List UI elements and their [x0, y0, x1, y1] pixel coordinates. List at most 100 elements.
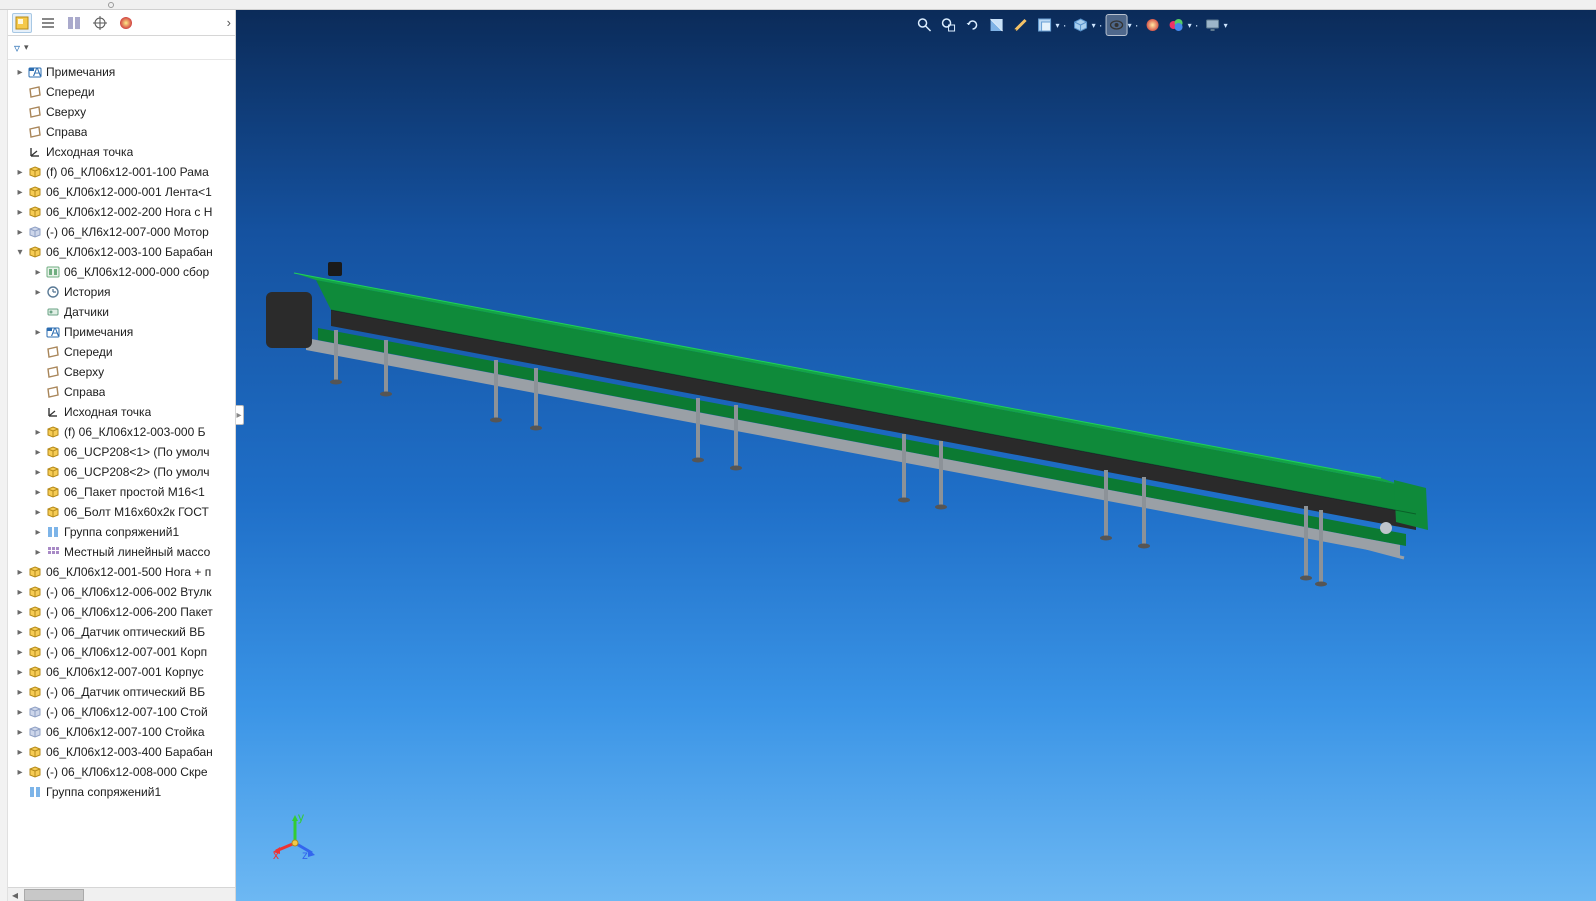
tree-item-label: Справа: [46, 125, 87, 139]
expand-icon[interactable]: ▸: [14, 707, 26, 718]
tree-item-label: Датчики: [64, 305, 109, 319]
panel-tab-row: ›: [8, 10, 235, 36]
expand-icon[interactable]: ▸: [32, 527, 44, 538]
expand-icon[interactable]: ▸: [32, 467, 44, 478]
tree-item[interactable]: ▸Местный линейный массо: [8, 542, 235, 562]
expand-icon[interactable]: ▸: [14, 767, 26, 778]
svg-text:A: A: [33, 65, 41, 79]
expand-icon[interactable]: ▸: [32, 287, 44, 298]
orientation-triad[interactable]: y x z: [270, 811, 320, 861]
panel-overflow-button[interactable]: ›: [227, 15, 231, 30]
tree-item[interactable]: ▸ 06_КЛ06х12-000-001 Лента<1: [8, 182, 235, 202]
tree-item[interactable]: ▸Справа: [8, 382, 235, 402]
tree-item[interactable]: ▸Спереди: [8, 82, 235, 102]
asm-icon: [27, 184, 43, 200]
expand-icon[interactable]: ▸: [14, 227, 26, 238]
tree-item[interactable]: ▸06_UCP208<2> (По умолч: [8, 462, 235, 482]
tab-close-dot[interactable]: [108, 2, 114, 8]
tree-horizontal-scrollbar[interactable]: ◂: [8, 887, 235, 901]
tree-item-label: Группа сопряжений1: [64, 525, 179, 539]
expand-icon[interactable]: ▸: [14, 207, 26, 218]
mates-icon: [45, 524, 61, 540]
tree-item[interactable]: ▸06_КЛ06х12-000-000 сбор: [8, 262, 235, 282]
tree-item-label: (-) 06_КЛ06х12-007-001 Корп: [46, 645, 207, 659]
tab-display-manager[interactable]: [116, 13, 136, 33]
tree-item[interactable]: ▸ 06_КЛ06х12-007-100 Стойка: [8, 722, 235, 742]
collapse-icon[interactable]: ▾: [14, 247, 26, 258]
expand-icon[interactable]: ▸: [32, 327, 44, 338]
tree-item[interactable]: ▸06_UCP208<1> (По умолч: [8, 442, 235, 462]
tree-item-label: Спереди: [64, 345, 113, 359]
expand-icon[interactable]: ▸: [14, 67, 26, 78]
tree-item[interactable]: ▸Исходная точка: [8, 402, 235, 422]
tree-item[interactable]: ▸ 06_Болт М16х60х2к ГОСТ: [8, 502, 235, 522]
tree-item[interactable]: ▸(-) 06_Датчик оптический ВБ: [8, 682, 235, 702]
tree-item-label: 06_КЛ06х12-007-100 Стойка: [46, 725, 205, 739]
tree-filter-row[interactable]: ▿ ▾: [8, 36, 235, 60]
model-render: [236, 10, 1596, 901]
graphics-viewport[interactable]: ▸ ▾ · ▾ · ▾ · ▾ · ▾: [236, 10, 1596, 901]
tab-configuration-manager[interactable]: [64, 13, 84, 33]
command-manager-collapsed[interactable]: [0, 10, 8, 901]
hscroll-thumb[interactable]: [24, 889, 84, 901]
tree-item[interactable]: ▸Справа: [8, 122, 235, 142]
feature-tree[interactable]: ▸AПримечания▸Спереди▸Сверху▸Справа▸Исход…: [8, 60, 235, 887]
tree-item-label: 06_КЛ06х12-000-001 Лента<1: [46, 185, 212, 199]
expand-icon[interactable]: ▸: [14, 567, 26, 578]
expand-icon[interactable]: ▸: [14, 647, 26, 658]
history-icon: [45, 284, 61, 300]
tab-property-manager[interactable]: [38, 13, 58, 33]
tree-item[interactable]: ▸Сверху: [8, 362, 235, 382]
expand-icon[interactable]: ▸: [14, 627, 26, 638]
tree-item[interactable]: ▸AПримечания: [8, 322, 235, 342]
expand-icon[interactable]: ▸: [32, 487, 44, 498]
expand-icon[interactable]: ▸: [14, 587, 26, 598]
tree-item-label: История: [64, 285, 111, 299]
tree-item-label: Группа сопряжений1: [46, 785, 161, 799]
tree-item[interactable]: ▸(f) 06_КЛ06х12-001-100 Рама: [8, 162, 235, 182]
tree-item[interactable]: ▸06_КЛ06х12-003-400 Барабан: [8, 742, 235, 762]
asm-icon: [45, 504, 61, 520]
tree-item[interactable]: ▸(-) 06_КЛ06х12-006-002 Втулк: [8, 582, 235, 602]
tree-item[interactable]: ▸AПримечания: [8, 62, 235, 82]
filter-dropdown-caret[interactable]: ▾: [24, 42, 29, 53]
tree-item[interactable]: ▸06_КЛ06х12-001-500 Нога + п: [8, 562, 235, 582]
tree-item[interactable]: ▸06_Пакет простой М16<1: [8, 482, 235, 502]
tab-feature-tree[interactable]: [12, 13, 32, 33]
expand-icon[interactable]: ▸: [14, 607, 26, 618]
tree-item[interactable]: ▸06_КЛ06х12-007-001 Корпус: [8, 662, 235, 682]
expand-icon[interactable]: ▸: [14, 747, 26, 758]
tree-item[interactable]: ▸(-) 06_КЛ06х12-007-100 Стой: [8, 702, 235, 722]
expand-icon[interactable]: ▸: [32, 547, 44, 558]
tree-item[interactable]: ▸(-) 06_КЛ06х12-006-200 Пакет: [8, 602, 235, 622]
tree-item[interactable]: ▸Группа сопряжений1: [8, 782, 235, 802]
expand-icon[interactable]: ▸: [14, 727, 26, 738]
expand-icon[interactable]: ▸: [14, 687, 26, 698]
tree-item[interactable]: ▸(f) 06_КЛ06х12-003-000 Б: [8, 422, 235, 442]
tree-item[interactable]: ▸ История: [8, 282, 235, 302]
appearance-sphere-icon: [118, 15, 134, 31]
tree-item[interactable]: ▾06_КЛ06х12-003-100 Барабан: [8, 242, 235, 262]
tree-item[interactable]: ▸(-) 06_КЛ06х12-008-000 Скре: [8, 762, 235, 782]
tree-item[interactable]: ▸Спереди: [8, 342, 235, 362]
expand-icon[interactable]: ▸: [32, 267, 44, 278]
tree-item[interactable]: ▸Сверху: [8, 102, 235, 122]
tree-item[interactable]: ▸(-) 06_КЛ6х12-007-000 Мотор: [8, 222, 235, 242]
tree-item[interactable]: ▸06_КЛ06х12-002-200 Нога с Н: [8, 202, 235, 222]
document-tab-strip[interactable]: [0, 0, 1596, 10]
tree-item[interactable]: ▸ (-) 06_КЛ06х12-007-001 Корп: [8, 642, 235, 662]
origin-icon: [45, 404, 61, 420]
tree-item[interactable]: ▸Датчики: [8, 302, 235, 322]
expand-icon[interactable]: ▸: [14, 167, 26, 178]
expand-icon[interactable]: ▸: [14, 187, 26, 198]
tree-item-label: 06_Болт М16х60х2к ГОСТ: [64, 505, 209, 519]
asm-icon: [45, 424, 61, 440]
expand-icon[interactable]: ▸: [14, 667, 26, 678]
tree-item[interactable]: ▸ Группа сопряжений1: [8, 522, 235, 542]
tab-dimxpert[interactable]: [90, 13, 110, 33]
expand-icon[interactable]: ▸: [32, 507, 44, 518]
expand-icon[interactable]: ▸: [32, 427, 44, 438]
expand-icon[interactable]: ▸: [32, 447, 44, 458]
tree-item[interactable]: ▸(-) 06_Датчик оптический ВБ: [8, 622, 235, 642]
tree-item[interactable]: ▸Исходная точка: [8, 142, 235, 162]
